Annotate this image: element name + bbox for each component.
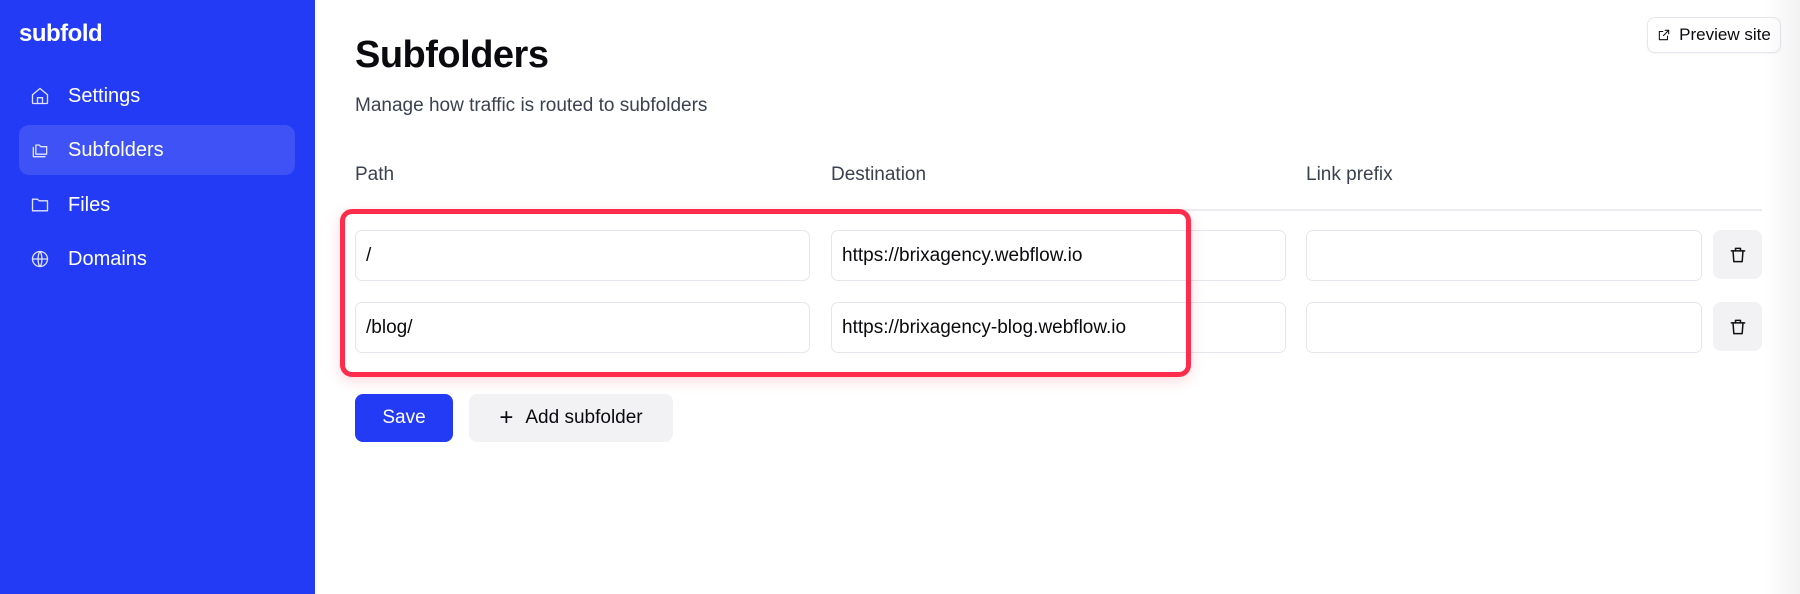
destination-input[interactable] [831,230,1286,281]
folders-icon [28,138,52,162]
save-button[interactable]: Save [355,394,453,442]
sidebar: subfold Settings Subfolders Files Domain… [0,0,315,594]
page-title: Subfolders [355,34,549,76]
column-header-link-prefix: Link prefix [1306,164,1393,185]
path-input[interactable] [355,302,810,353]
link-prefix-input[interactable] [1306,230,1702,281]
sidebar-item-label: Subfolders [68,138,164,161]
sidebar-item-label: Domains [68,247,147,270]
trash-icon [1730,247,1745,262]
destination-input[interactable] [831,302,1286,353]
add-subfolder-label: Add subfolder [525,407,643,428]
sidebar-item-label: Settings [68,84,141,107]
link-prefix-input[interactable] [1306,302,1702,353]
main-content: Subfolders Manage how traffic is routed … [315,0,1800,594]
sidebar-item-files[interactable]: Files [19,180,295,230]
sidebar-item-domains[interactable]: Domains [19,234,295,284]
header-divider [355,209,1762,211]
trash-icon [1730,319,1745,334]
path-input[interactable] [355,230,810,281]
delete-row-button[interactable] [1713,302,1762,351]
column-header-path: Path [355,164,395,185]
page-subtitle: Manage how traffic is routed to subfolde… [355,95,708,116]
sidebar-item-settings[interactable]: Settings [19,71,295,121]
scroll-edge-shade [1764,0,1800,594]
preview-site-button[interactable]: Preview site [1647,17,1781,53]
folder-icon [28,193,52,217]
column-header-destination: Destination [831,164,927,185]
delete-row-button[interactable] [1713,230,1762,279]
sidebar-item-label: Files [68,193,111,216]
external-link-icon [1658,29,1670,41]
logo[interactable]: subfold [19,20,103,48]
globe-icon [28,247,52,271]
preview-site-label: Preview site [1679,25,1771,44]
plus-icon: + [499,404,514,431]
sidebar-item-subfolders[interactable]: Subfolders [19,125,295,175]
home-icon [28,84,52,108]
add-subfolder-button[interactable]: + Add subfolder [469,394,673,442]
